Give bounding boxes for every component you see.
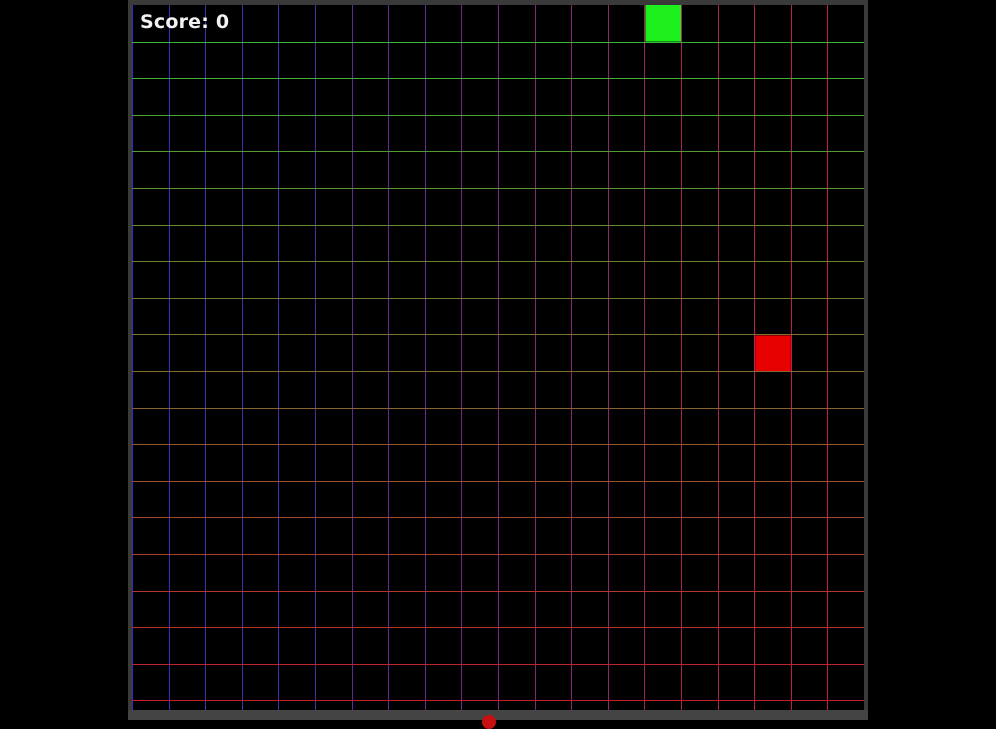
status-bar <box>128 710 868 720</box>
food-item <box>755 335 791 371</box>
record-indicator-icon <box>482 715 496 729</box>
game-board[interactable] <box>132 5 864 710</box>
snake-head <box>645 5 681 42</box>
score-label: Score: 0 <box>140 11 230 33</box>
